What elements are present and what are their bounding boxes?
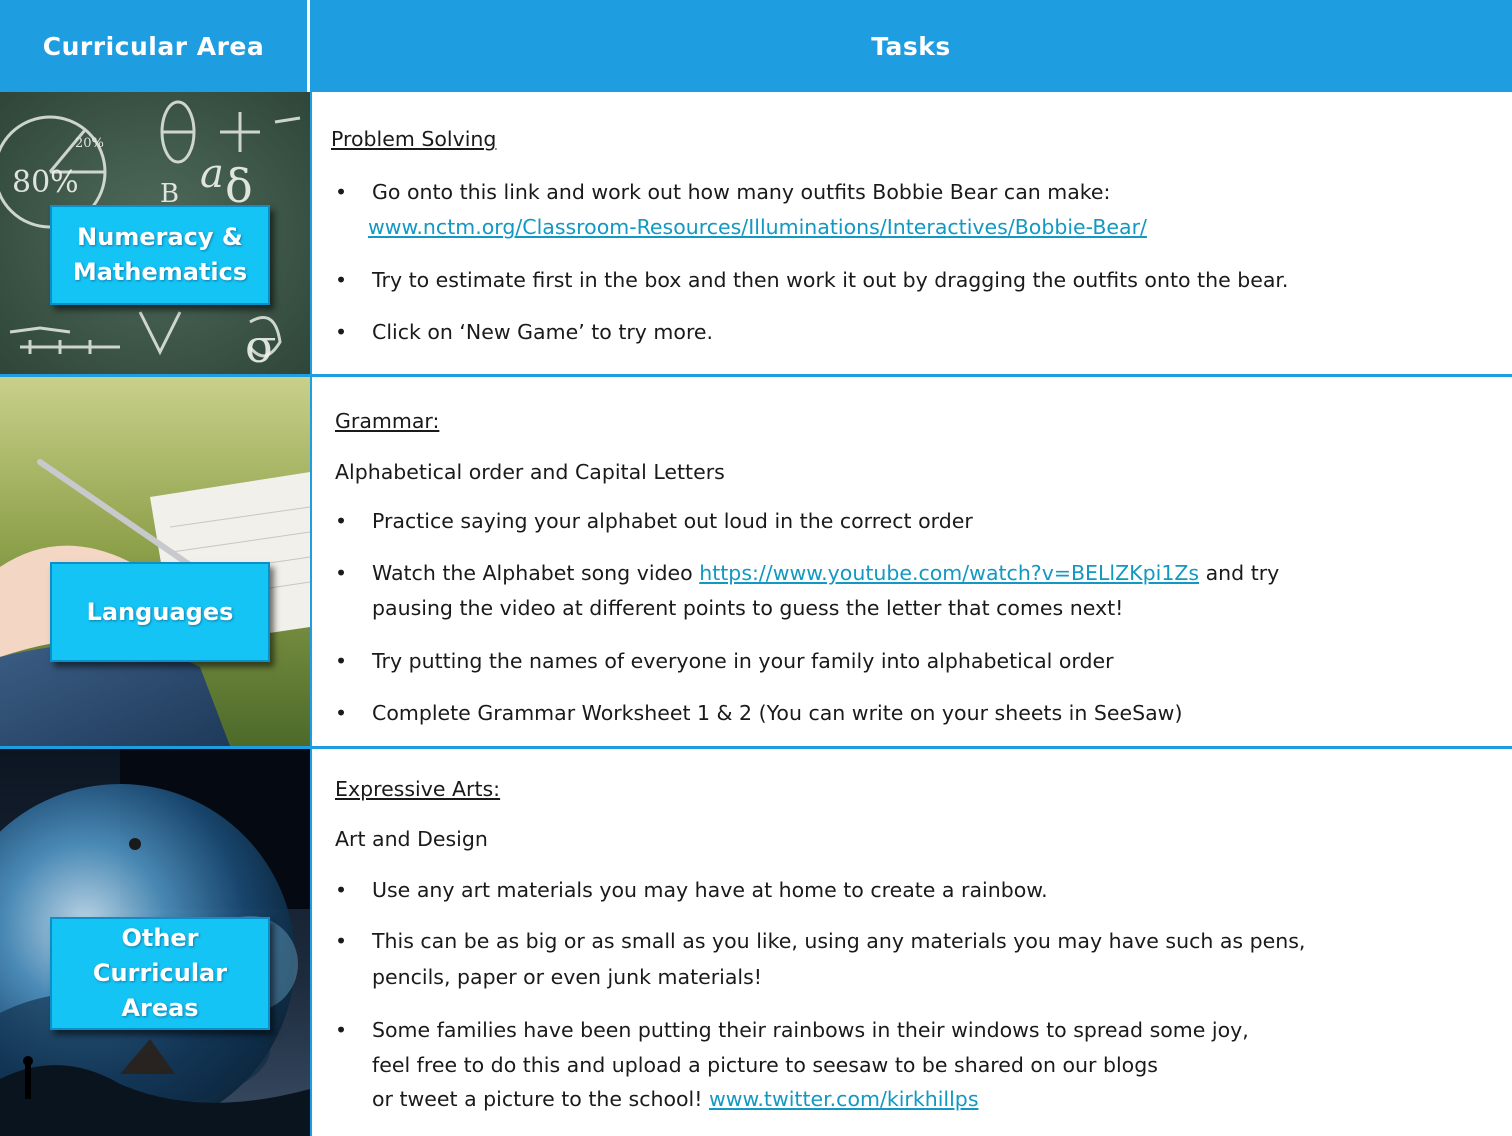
link-bobbie-bear[interactable]: www.nctm.org/Classroom-Resources/Illumin… [368,214,1147,241]
area-label-other: Other Curricular Areas [50,917,270,1030]
chalkboard-math-image: 80% 20% a δ B σ Numeracy & Mathematics [0,92,310,374]
heading-grammar: Grammar: [335,409,440,433]
bullet-text: Try to estimate first in the box and the… [372,268,1289,292]
bullet-numeracy-3: Click on ‘New Game’ to try more. [335,319,713,346]
row-numeracy: 80% 20% a δ B σ Numeracy & Mathematics P… [0,92,1512,374]
bullet-text: or tweet a picture to the school! [372,1087,709,1111]
bullet-other-3-cont2: or tweet a picture to the school! www.tw… [372,1086,979,1113]
bullet-text: Use any art materials you may have at ho… [372,878,1048,902]
bullet-text: Go onto this link and work out how many … [372,180,1111,204]
bullet-other-2: This can be as big or as small as you li… [335,928,1305,955]
curriculum-table: Curricular Area Tasks 80% 20% a δ B σ Nu… [0,0,1512,1136]
svg-text:σ: σ [245,319,276,373]
bullet-text: Complete Grammar Worksheet 1 & 2 (You ca… [372,701,1183,725]
space-sphere-image: Other Curricular Areas [0,749,310,1136]
bullet-text: Some families have been putting their ra… [372,1018,1249,1042]
subheading-alphabetical-order: Alphabetical order and Capital Letters [335,460,725,484]
bullet-other-3-cont: feel free to do this and upload a pictur… [372,1053,1158,1077]
bullet-text: Watch the Alphabet song video [372,561,700,585]
svg-text:a: a [200,151,224,197]
link-twitter-kirkhillps[interactable]: www.twitter.com/kirkhillps [709,1087,979,1111]
bullet-languages-4: Complete Grammar Worksheet 1 & 2 (You ca… [335,700,1182,727]
bullet-languages-3: Try putting the names of everyone in you… [335,648,1114,675]
row-languages: Languages Grammar: Alphabetical order an… [0,377,1512,746]
bullet-other-1: Use any art materials you may have at ho… [335,877,1048,904]
svg-text:80%: 80% [12,165,79,200]
writing-hand-image: Languages [0,377,310,746]
bullet-languages-2: Watch the Alphabet song video https://ww… [335,560,1279,587]
subheading-art-design: Art and Design [335,827,488,851]
bullet-numeracy-2: Try to estimate first in the box and the… [335,267,1288,294]
area-label-numeracy: Numeracy & Mathematics [50,205,270,305]
header-tasks: Tasks [310,0,1512,92]
bullet-text: Practice saying your alphabet out loud i… [372,509,973,533]
bullet-other-3: Some families have been putting their ra… [335,1017,1249,1044]
area-label-languages: Languages [50,562,270,662]
bullet-text: This can be as big or as small as you li… [372,929,1306,953]
link-alphabet-video[interactable]: https://www.youtube.com/watch?v=BELlZKpi… [699,561,1199,585]
bullet-text: Try putting the names of everyone in you… [372,649,1114,673]
bullet-text: and try [1199,561,1280,585]
bullet-numeracy-1: Go onto this link and work out how many … [335,179,1110,206]
heading-expressive-arts: Expressive Arts: [335,777,501,801]
bullet-languages-2-cont: pausing the video at different points to… [372,596,1124,620]
heading-problem-solving: Problem Solving [331,127,497,151]
bullet-other-2-cont: pencils, paper or even junk materials! [372,965,763,989]
header-curricular-area: Curricular Area [0,0,310,92]
bullet-languages-1: Practice saying your alphabet out loud i… [335,508,973,535]
row-other-areas: Other Curricular Areas Expressive Arts: … [0,749,1512,1136]
bullet-text: Click on ‘New Game’ to try more. [372,320,714,344]
svg-text:20%: 20% [75,136,104,151]
